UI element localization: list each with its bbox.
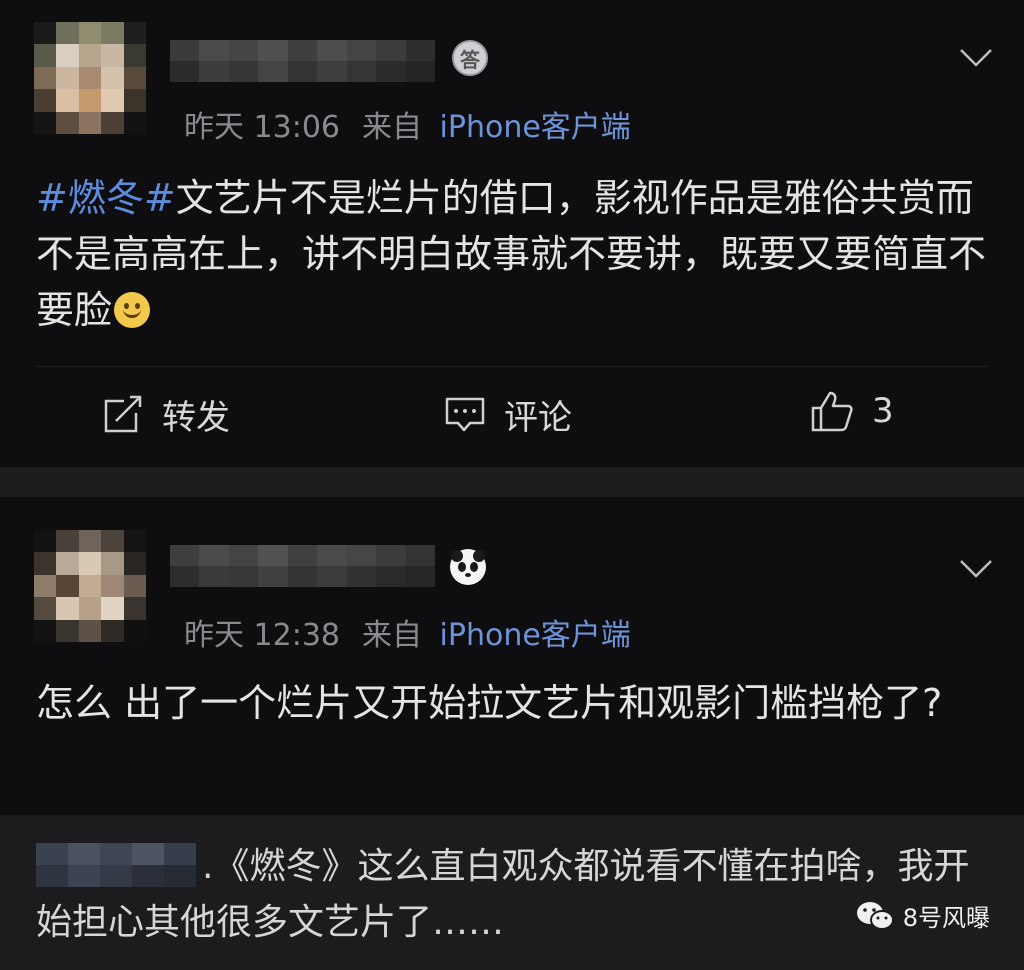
username-blurred[interactable] xyxy=(170,40,435,82)
post-time: 昨天 12:38 xyxy=(184,618,340,653)
thumbs-up-icon xyxy=(811,391,853,432)
wechat-icon xyxy=(856,901,894,930)
avatar[interactable] xyxy=(34,22,146,134)
smile-emoji xyxy=(114,292,151,328)
divider xyxy=(36,366,988,367)
chevron-down-icon[interactable] xyxy=(958,557,994,581)
post-meta: 昨天 12:38 来自 iPhone客户端 xyxy=(184,610,631,654)
like-button[interactable]: 3 xyxy=(810,390,894,432)
quoted-comment[interactable]: .《燃冬》这么直白观众都说看不懂在拍啥，我开始担心其他很多文艺片了…… xyxy=(0,815,1024,970)
watermark: 8号风曝 xyxy=(855,898,990,933)
quoted-text: .《燃冬》这么直白观众都说看不懂在拍啥，我开始担心其他很多文艺片了…… xyxy=(36,846,970,943)
medal-icon: 答 xyxy=(452,40,488,76)
post-text: 怎么 出了一个烂片又开始拉文艺片和观影门槛挡枪了? xyxy=(36,681,943,725)
repost-button[interactable]: 转发 xyxy=(102,390,230,439)
panda-icon xyxy=(450,549,486,585)
hashtag-link[interactable]: #燃冬# xyxy=(36,176,176,220)
post-text: 文艺片不是烂片的借口，影视作品是雅俗共赏而不是高高在上，讲不明白故事就不要讲，既… xyxy=(36,176,987,332)
post-content: #燃冬#文艺片不是烂片的借口，影视作品是雅俗共赏而不是高高在上，讲不明白故事就不… xyxy=(36,170,996,338)
client-source[interactable]: iPhone客户端 xyxy=(440,618,631,653)
action-bar: 转发 评论 3 xyxy=(0,390,1024,450)
source-prefix: 来自 xyxy=(362,110,422,145)
repost-icon xyxy=(104,395,142,432)
post-meta: 昨天 13:06 来自 iPhone客户端 xyxy=(184,102,631,146)
like-count: 3 xyxy=(872,391,894,431)
post-card[interactable]: 答 昨天 13:06 来自 iPhone客户端 #燃冬#文艺片不是烂片的借口，影视… xyxy=(0,0,1024,467)
post-content: 怎么 出了一个烂片又开始拉文艺片和观影门槛挡枪了? xyxy=(36,675,996,731)
chevron-down-icon[interactable] xyxy=(958,46,994,70)
post-card[interactable]: 昨天 12:38 来自 iPhone客户端 怎么 出了一个烂片又开始拉文艺片和观影… xyxy=(0,497,1024,815)
feed-separator xyxy=(0,467,1024,497)
comment-icon xyxy=(445,397,485,431)
comment-button[interactable]: 评论 xyxy=(444,390,572,439)
avatar[interactable] xyxy=(34,530,146,642)
source-prefix: 来自 xyxy=(362,618,422,653)
client-source[interactable]: iPhone客户端 xyxy=(440,110,631,145)
post-time: 昨天 13:06 xyxy=(184,110,340,145)
username-blurred[interactable] xyxy=(170,545,435,587)
